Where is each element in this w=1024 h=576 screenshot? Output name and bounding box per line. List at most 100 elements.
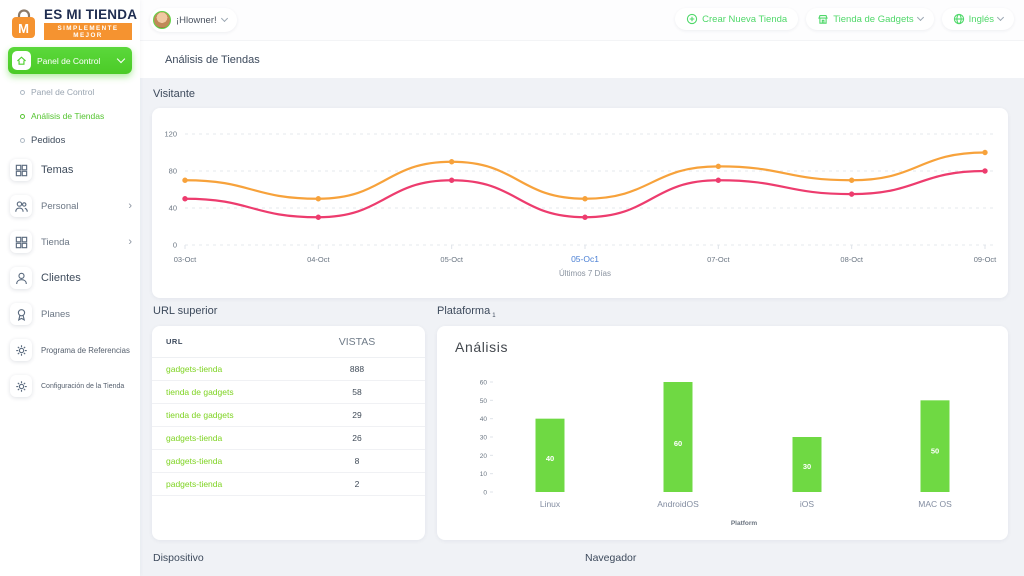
- svg-text:60: 60: [480, 380, 488, 387]
- svg-text:MAC OS: MAC OS: [918, 499, 952, 509]
- svg-text:60: 60: [674, 439, 682, 448]
- analysis-chart-title: Análisis: [455, 339, 509, 355]
- sidebar-item-planes[interactable]: Planes: [0, 296, 140, 332]
- table-row: padgets-tienda 2: [152, 473, 425, 496]
- user-menu[interactable]: ¡Hlowner!: [150, 8, 237, 32]
- svg-text:iOS: iOS: [800, 499, 815, 509]
- svg-text:04-Oct: 04-Oct: [307, 255, 330, 264]
- sidebar-subitem-panel-de-control[interactable]: Panel de Control: [0, 80, 140, 104]
- breadcrumb-bar: Análisis de Tiendas: [140, 40, 1024, 78]
- vistas-column-header: VISTAS: [338, 335, 376, 348]
- platform-chart-card: Análisis 0 10 20 30 40 50 60 40 Linux 60 AndroidOS…: [437, 326, 1008, 540]
- bullet-icon: [20, 138, 25, 143]
- svg-text:50: 50: [931, 447, 939, 456]
- sidebar-item-temas[interactable]: Temas: [0, 152, 140, 188]
- svg-text:09-Oct: 09-Oct: [974, 255, 997, 264]
- plataforma-label-text: Plataforma: [437, 305, 491, 317]
- svg-text:AndroidOS: AndroidOS: [657, 499, 699, 509]
- url-link[interactable]: gadgets-tienda: [152, 456, 302, 466]
- table-row: gadgets-tienda 26: [152, 427, 425, 450]
- url-table-body: gadgets-tienda 888 tienda de gadgets 58 tien…: [152, 358, 425, 496]
- svg-text:120: 120: [164, 130, 177, 139]
- table-row: tienda de gadgets 29: [152, 404, 425, 427]
- sidebar-item-personal[interactable]: Personal ›: [0, 188, 140, 224]
- bullet-icon: [20, 89, 25, 95]
- svg-text:80: 80: [169, 167, 177, 176]
- svg-text:40: 40: [169, 204, 177, 213]
- crear-nueva-tienda-button[interactable]: Crear Nueva Tienda: [675, 8, 799, 30]
- views-value: 888: [349, 364, 365, 374]
- ingles-button[interactable]: Inglés: [941, 8, 1014, 30]
- logo[interactable]: M ES MI TIENDA SIMPLEMENTE MEJOR: [0, 0, 140, 40]
- brand-tagline: SIMPLEMENTE MEJOR: [44, 23, 132, 40]
- svg-text:Últimos 7 Días: Últimos 7 Días: [559, 269, 611, 278]
- visitante-chart-card: 120 80 40 0 03-Oct 04-Oct 05-Oct 05-Oc1 07-Oct 08…: [152, 108, 1008, 298]
- sidebar-subitem-analisis-de-tiendas[interactable]: Análisis de Tiendas: [0, 104, 140, 128]
- users-icon: [10, 195, 32, 217]
- table-row: tienda de gadgets 58: [152, 381, 425, 404]
- sidebar-item-programa-de-referencias[interactable]: Programa de Referencias: [0, 332, 140, 368]
- svg-text:Platform: Platform: [731, 520, 758, 527]
- table-row: gadgets-tienda 888: [152, 358, 425, 381]
- shopping-bag-logo-icon: M: [12, 8, 35, 38]
- svg-text:08-Oct: 08-Oct: [840, 255, 863, 264]
- main-content: Análisis de Tiendas Visitante 120 80 40 0 03…: [140, 40, 1024, 576]
- chevron-right-icon: ›: [128, 199, 132, 212]
- url-superior-section-label: URL superior: [153, 305, 218, 317]
- url-link[interactable]: padgets-tienda: [152, 479, 302, 489]
- visitante-chart-svg: 120 80 40 0 03-Oct 04-Oct 05-Oct 05-Oc1 07-Oct 08…: [164, 130, 997, 279]
- bullet-icon: [20, 113, 25, 119]
- navegador-section-label: Navegador: [585, 552, 637, 564]
- sidebar: M ES MI TIENDA SIMPLEMENTE MEJOR Panel d…: [0, 0, 140, 576]
- badge-icon: [10, 303, 32, 325]
- url-table-header: URL VISTAS: [152, 326, 425, 358]
- sidebar-item-clientes[interactable]: Clientes: [0, 260, 140, 296]
- brand-name: ES MI TIENDA: [44, 7, 138, 22]
- user-name: ¡Hlowner!: [176, 14, 217, 26]
- url-column-header: URL: [166, 337, 183, 346]
- sidebar-item-tienda[interactable]: Tienda ›: [0, 224, 140, 260]
- tienda-de-gadgets-button[interactable]: Tienda de Gadgets: [806, 8, 934, 30]
- gear-icon: [10, 339, 32, 361]
- dispositivo-section-label: Dispositivo: [153, 552, 204, 564]
- svg-text:40: 40: [546, 454, 554, 463]
- page-title: Análisis de Tiendas: [165, 53, 260, 66]
- logo-letter: M: [18, 21, 29, 36]
- header-actions: Crear Nueva Tienda Tienda de Gadgets Inglé…: [675, 8, 1014, 30]
- svg-text:07-Oct: 07-Oct: [707, 255, 730, 264]
- topbar: ¡Hlowner! Crear Nueva Tienda Tienda de Ga…: [0, 0, 1024, 40]
- grid-icon: [10, 231, 32, 253]
- sidebar-subnav: Panel de Control Análisis de Tiendas Pedid…: [0, 80, 140, 153]
- chevron-right-icon: ›: [128, 235, 132, 248]
- sidebar-subitem-pedidos[interactable]: Pedidos: [0, 128, 140, 153]
- app-root: ¡Hlowner! Crear Nueva Tienda Tienda de Ga…: [0, 0, 1024, 576]
- store-icon: [818, 15, 828, 24]
- url-table-card: URL VISTAS gadgets-tienda 888 tienda de ga…: [152, 326, 425, 540]
- chevron-down-icon: [916, 13, 924, 22]
- svg-text:30: 30: [803, 462, 811, 471]
- url-link[interactable]: gadgets-tienda: [152, 364, 302, 374]
- url-link[interactable]: tienda de gadgets: [152, 387, 302, 397]
- sidebar-item-panel-de-control[interactable]: Panel de Control: [8, 47, 132, 74]
- home-icon: [12, 51, 31, 70]
- gear-icon: [10, 375, 32, 397]
- views-value: 26: [352, 433, 362, 443]
- chevron-down-icon: [996, 13, 1005, 22]
- svg-text:Linux: Linux: [540, 499, 561, 509]
- sidebar-item-configuracion-de-la-tienda[interactable]: Configuración de la Tienda: [0, 368, 140, 404]
- views-value: 58: [352, 387, 362, 397]
- user-icon: [10, 267, 32, 289]
- views-value: 29: [352, 410, 362, 420]
- svg-text:03-Oct: 03-Oct: [174, 255, 197, 264]
- views-value: 8: [354, 456, 360, 466]
- svg-text:20: 20: [480, 453, 488, 460]
- sidebar-mainnav: Temas Personal › Tienda › Clientes Planes Progr…: [0, 152, 140, 404]
- svg-text:30: 30: [480, 435, 488, 442]
- url-link[interactable]: gadgets-tienda: [152, 433, 302, 443]
- svg-text:05-Oc1: 05-Oc1: [571, 254, 599, 264]
- svg-text:0: 0: [483, 490, 487, 497]
- plataforma-section-label: Plataforma 1: [437, 305, 496, 319]
- chevron-down-icon: [116, 54, 126, 64]
- url-link[interactable]: tienda de gadgets: [152, 410, 302, 420]
- svg-text:0: 0: [173, 241, 177, 250]
